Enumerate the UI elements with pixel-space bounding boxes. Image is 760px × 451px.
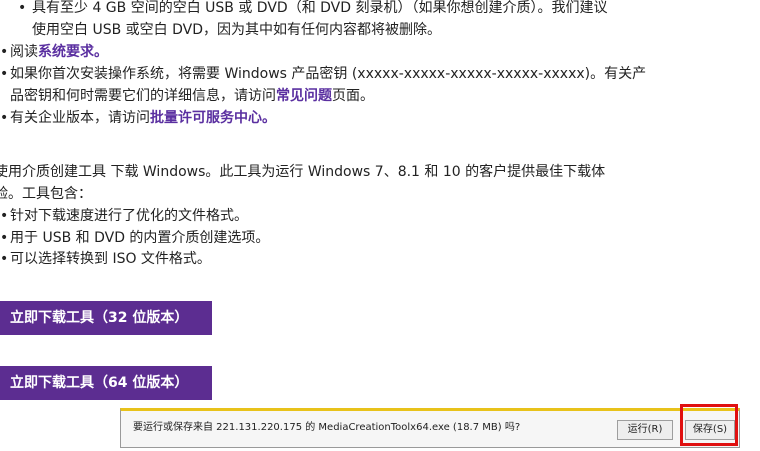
faq-link[interactable]: 常见问题 (276, 88, 332, 104)
intro-line1: 使用介质创建工具 下载 Windows。此工具为运行 Windows 7、8.1… (0, 164, 606, 180)
requirement-enterprise: 有关企业版本，请访问批量许可服务中心。 (10, 108, 276, 128)
download-32bit-button[interactable]: 立即下载工具（32 位版本） (0, 301, 212, 335)
download-64bit-button[interactable]: 立即下载工具（64 位版本） (0, 366, 212, 400)
bullet-dot: • (0, 44, 9, 60)
save-highlight-box (680, 404, 738, 446)
volume-licensing-link[interactable]: 批量许可服务中心。 (150, 110, 276, 126)
feature-item: 针对下载速度进行了优化的文件格式。 (10, 208, 248, 224)
download-prompt-message: 要运行或保存来自 221.131.220.175 的 MediaCreation… (133, 422, 521, 433)
bullet-dot: • (0, 230, 9, 246)
requirement-product-key-line2: 品密钥和何时需要它们的详细信息，请访问常见问题页面。 (10, 86, 374, 106)
product-key-prefix: 品密钥和何时需要它们的详细信息，请访问 (10, 88, 276, 104)
system-req-prefix: 阅读 (10, 44, 38, 60)
requirement-product-key-line1: 如果你首次安装操作系统，将需要 Windows 产品密钥 (xxxxx-xxxx… (10, 66, 647, 82)
requirement-system-req: 阅读系统要求。 (10, 42, 108, 62)
feature-item: 可以选择转换到 ISO 文件格式。 (10, 251, 211, 267)
requirement-usb-dvd-line2: 使用空白 USB 或空白 DVD，因为其中如有任何内容都将被删除。 (32, 22, 441, 38)
product-key-suffix: 页面。 (332, 88, 374, 104)
feature-item: 用于 USB 和 DVD 的内置介质创建选项。 (10, 230, 270, 246)
requirement-usb-dvd-line1: 具有至少 4 GB 空间的空白 USB 或 DVD（和 DVD 刻录机）（如果你… (32, 0, 608, 16)
download-notification-bar: 要运行或保存来自 221.131.220.175 的 MediaCreation… (120, 408, 740, 448)
bullet-dot: • (0, 251, 9, 267)
system-requirements-link[interactable]: 系统要求。 (38, 44, 108, 60)
bullet-dot: • (0, 66, 9, 82)
enterprise-prefix: 有关企业版本，请访问 (10, 110, 150, 126)
intro-line2: 验。工具包含： (0, 186, 92, 202)
run-button[interactable]: 运行(R) (617, 420, 673, 440)
bullet-dot: • (0, 208, 9, 224)
bullet-dot: • (0, 110, 9, 126)
bullet-dot: • (18, 0, 27, 16)
